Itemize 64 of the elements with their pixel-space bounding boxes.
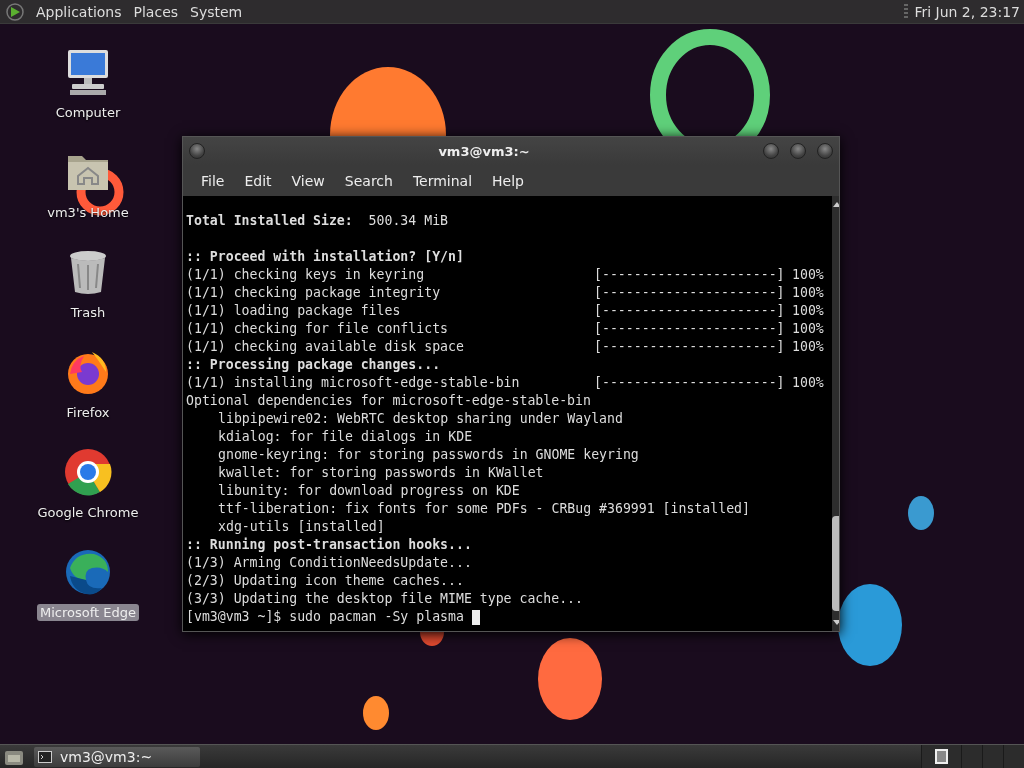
percent-text: 100%: [792, 374, 825, 392]
menu-item[interactable]: Search: [334, 172, 403, 189]
maximize-button[interactable]: [790, 143, 806, 159]
scroll-thumb[interactable]: [832, 516, 839, 611]
progress-bar-text: [----------------------]: [594, 338, 784, 356]
terminal-line: xdg-utils [installed]: [217, 518, 386, 536]
icon-label[interactable]: Computer: [52, 104, 124, 121]
window-menu-button[interactable]: [189, 143, 205, 159]
progress-bar-text: [----------------------]: [594, 302, 784, 320]
terminal-line: :: Proceed with installation? [Y/n]: [186, 248, 465, 266]
taskbar-button[interactable]: vm3@vm3:~: [34, 746, 200, 767]
terminal-line: (1/1) checking for file conflicts: [186, 320, 449, 338]
scrollbar[interactable]: [832, 196, 839, 631]
progress-bar-text: [----------------------]: [594, 284, 784, 302]
clock[interactable]: Fri Jun 2, 23:17: [914, 3, 1020, 20]
menu-item[interactable]: Edit: [234, 172, 282, 189]
progress-bar-text: [----------------------]: [594, 320, 784, 338]
terminal-line: (3/3) Updating the desktop file MIME type cache...: [186, 590, 584, 608]
terminal-line: Total Installed Size: 500.34 MiB: [186, 212, 449, 230]
window-title: vm3@vm3:~: [437, 143, 531, 159]
percent-text: 100%: [792, 284, 825, 302]
terminal-line: :: Running post-transaction hooks...: [186, 536, 473, 554]
wallpaper-oval: [908, 496, 934, 530]
terminal-line: (1/1) loading package files: [186, 302, 402, 320]
text-cursor: [471, 609, 480, 625]
menu-item[interactable]: Applications: [30, 3, 128, 20]
percent-text: 100%: [792, 338, 825, 356]
scroll-up-icon[interactable]: [832, 200, 839, 208]
terminal-line: (1/3) Arming ConditionNeedsUpdate...: [186, 554, 473, 572]
terminal-line: (1/1) checking keys in keyring: [186, 266, 426, 284]
terminal-line: libpipewire02: WebRTC desktop sharing under Wayland: [217, 410, 624, 428]
terminal-icon: [38, 750, 52, 763]
terminal-line: :: Processing package changes...: [186, 356, 442, 374]
menu-item[interactable]: File: [191, 172, 235, 189]
chrome-icon[interactable]: [62, 446, 114, 498]
terminal-line: (1/1) checking package integrity: [186, 284, 442, 302]
terminal-line: (1/1) checking available disk space: [186, 338, 465, 356]
progress-bar-text: [----------------------]: [594, 374, 784, 392]
menu-item[interactable]: System: [184, 3, 249, 20]
wallpaper-oval: [363, 696, 389, 730]
terminal-line: ttf-liberation: fix fonts for some PDFs - CRBug #369991 [installed]: [217, 500, 751, 518]
menu-item[interactable]: Terminal: [402, 172, 483, 189]
percent-text: 100%: [792, 266, 825, 284]
icon-label[interactable]: Trash: [67, 304, 109, 321]
icon-label[interactable]: Google Chrome: [34, 504, 142, 521]
terminal-line: kwallet: for storing passwords in KWallet: [217, 464, 545, 482]
minimize-button[interactable]: [763, 143, 779, 159]
percent-text: 100%: [792, 320, 825, 338]
terminal-line: libunity: for download progress on KDE: [217, 482, 521, 500]
workspace-button[interactable]: [921, 744, 961, 768]
terminal-line: Optional dependencies for microsoft-edge-stable-bin: [186, 392, 592, 410]
terminal-line: kdialog: for file dialogs in KDE: [217, 428, 474, 446]
terminal-line: (1/1) installing microsoft-edge-stable-bin: [186, 374, 521, 392]
menu-item[interactable]: Places: [127, 3, 185, 20]
terminal-line: (2/3) Updating icon theme caches...: [186, 572, 465, 590]
logo-icon[interactable]: [6, 2, 24, 21]
command-prompt[interactable]: [vm3@vm3 ~]$ sudo pacman -Sy plasma: [186, 608, 464, 626]
percent-text: 100%: [792, 302, 825, 320]
close-button[interactable]: [817, 143, 833, 159]
menu-item[interactable]: Help: [482, 172, 534, 189]
terminal-line: gnome-keyring: for storing passwords in GNOME keyring: [217, 446, 640, 464]
icon-label[interactable]: Firefox: [63, 404, 113, 421]
progress-bar-text: [----------------------]: [594, 266, 784, 284]
menu-item[interactable]: View: [281, 172, 335, 189]
